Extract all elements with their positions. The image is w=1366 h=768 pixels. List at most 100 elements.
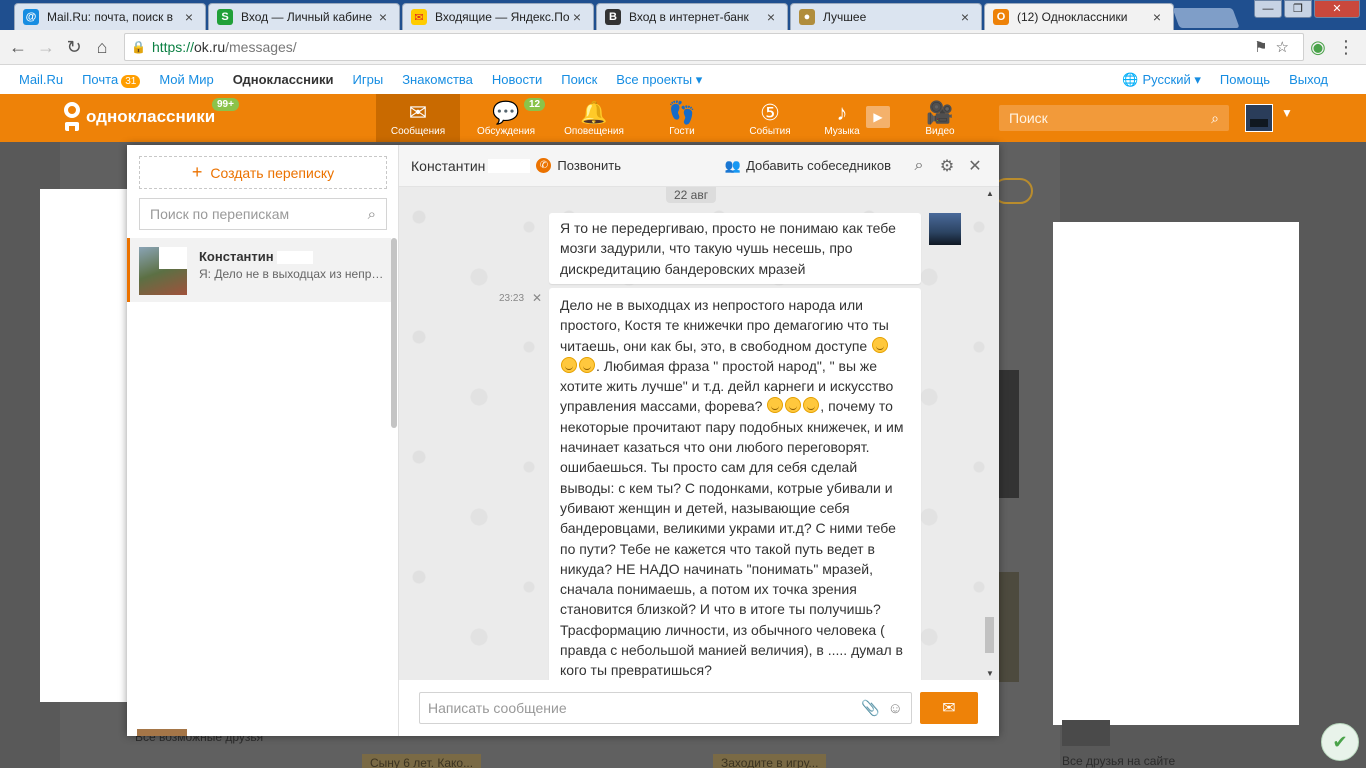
yandex-mail-icon: ✉ — [411, 9, 427, 25]
close-icon[interactable]: × — [375, 9, 391, 25]
portal-link-games[interactable]: Игры — [353, 72, 384, 87]
smiley-icon[interactable]: ☺ — [888, 700, 903, 717]
extension-g-icon[interactable]: ◉ — [1304, 37, 1332, 58]
outgoing-message: Дело не в выходцах из непростого народа … — [549, 288, 921, 680]
friend-thumb-dimmed — [1062, 720, 1110, 746]
nav-notifications[interactable]: 🔔 Оповещения — [552, 94, 636, 142]
back-arrow-icon[interactable]: ← — [4, 33, 32, 61]
scrollbar-thumb[interactable] — [985, 617, 994, 653]
last-message-preview: Я: Дело не в выходцах из непростого наро… — [199, 267, 384, 281]
send-button[interactable]: ✉ — [920, 692, 978, 724]
gear-icon[interactable]: ⚙ — [933, 156, 961, 176]
close-icon[interactable]: ✕ — [961, 156, 989, 176]
add-participants-button[interactable]: 👥 Добавить собеседников — [725, 158, 891, 174]
globe-icon: 🌐 — [1122, 71, 1139, 87]
browser-tab-best[interactable]: ● Лучшее × — [790, 3, 982, 30]
portal-link-mail[interactable]: Почта 31 — [82, 72, 141, 88]
maximize-button[interactable]: ❐ — [1284, 0, 1312, 18]
nav-guests[interactable]: 👣 Гости — [640, 94, 724, 142]
browser-tab-odnoklassniki[interactable]: О (12) Одноклассники × — [984, 3, 1174, 30]
portal-link-search[interactable]: Поиск — [561, 72, 597, 87]
music-note-icon: ♪ — [836, 100, 848, 125]
send-envelope-icon: ✉ — [942, 700, 956, 717]
message-thread[interactable]: 22 авг Я то не передергиваю, просто не п… — [399, 187, 999, 680]
chat-search-input[interactable]: Поиск по переписка​м ⌕ — [139, 198, 387, 230]
browser-tab-bank[interactable]: В Вход в интернет-банк × — [596, 3, 788, 30]
message-composer: Написать сообщение 📎 ☺ ✉ — [399, 680, 999, 736]
faded-post-button: Сыну 6 лет. Како... — [362, 754, 482, 768]
portal-link-all-projects[interactable]: Все проекты ▾ — [616, 72, 702, 88]
sender-avatar — [929, 213, 961, 245]
home-icon[interactable]: ⌂ — [88, 33, 116, 61]
search-icon[interactable]: ⌕ — [1211, 110, 1219, 127]
scroll-up-arrow-icon[interactable]: ▲ — [986, 189, 994, 198]
close-icon[interactable]: × — [569, 9, 585, 25]
chat-bubbles-icon: 💬 — [492, 100, 520, 125]
window-close-button[interactable]: ✕ — [1314, 0, 1360, 18]
bookmark-star-icon[interactable]: ⚑☆ — [1254, 38, 1297, 56]
bell-icon: 🔔 — [580, 100, 608, 125]
minimize-button[interactable]: — — [1254, 0, 1282, 18]
new-tab-button[interactable] — [1172, 8, 1240, 28]
browser-tab-mailru[interactable]: @ Mail.Ru: почта, поиск в × — [14, 3, 206, 30]
browser-tab-yandex-mail[interactable]: ✉ Входящие — Яндекс.По × — [402, 3, 594, 30]
smiley-emoji-icon — [785, 397, 802, 414]
mail-count-badge: 31 — [121, 75, 141, 88]
chevron-down-icon[interactable]: ▼ — [1281, 106, 1293, 120]
portal-link-dating[interactable]: Знакомства — [402, 72, 473, 87]
language-select[interactable]: Русский ▾ — [1143, 72, 1201, 88]
menu-kebab-icon[interactable]: ⋮ — [1332, 33, 1360, 61]
play-icon[interactable]: ▶ — [866, 106, 890, 128]
portal-link-mymir[interactable]: Мой Мир — [159, 72, 213, 87]
logout-link[interactable]: Выход — [1289, 72, 1328, 87]
close-icon[interactable]: × — [763, 9, 779, 25]
portal-link-ok[interactable]: Одноклассники — [233, 72, 334, 87]
shield-check-icon[interactable]: ✔ — [1321, 723, 1359, 761]
address-toolbar: ← → ↻ ⌂ 🔒 https:// ok.ru /messages/ ⚑☆ ◉… — [0, 30, 1366, 65]
portal-right: 🌐 Русский ▾ Помощь Выход — [1103, 72, 1366, 88]
ok-logo[interactable]: одноклассники — [62, 102, 215, 132]
add-people-icon: 👥 — [724, 157, 742, 173]
scroll-down-arrow-icon[interactable]: ▼ — [986, 669, 994, 678]
reload-icon[interactable]: ↻ — [60, 33, 88, 61]
call-button[interactable]: ✆ Позвонить — [536, 158, 621, 173]
conversation-panel: Константин ✆ Позвонить 👥 Добавить собесе… — [399, 145, 999, 736]
faded-game-button: Заходите в игру... — [713, 754, 827, 768]
search-icon[interactable]: ⌕ — [368, 206, 376, 223]
help-link[interactable]: Помощь — [1220, 72, 1270, 87]
browser-tab-sberbank[interactable]: S Вход — Личный кабине × — [208, 3, 400, 30]
dimmed-button-outline — [993, 178, 1033, 204]
discussions-badge: 12 — [524, 98, 546, 111]
chat-list-scrollbar[interactable] — [391, 238, 397, 428]
nav-messages[interactable]: ✉ Сообщения — [376, 94, 460, 142]
close-icon[interactable]: × — [181, 9, 197, 25]
portal-link-news[interactable]: Новости — [492, 72, 542, 87]
forward-arrow-icon[interactable]: → — [32, 33, 60, 61]
close-icon[interactable]: × — [1149, 9, 1165, 25]
conversation-title: Константин — [411, 157, 486, 174]
message-time: 23:23 — [499, 293, 525, 304]
portal-link-mailru[interactable]: Mail.Ru — [19, 72, 63, 87]
message-text-part3: , почему то некоторые прочитают пару под… — [560, 398, 904, 679]
ok-header: одноклассники 99+ ✉ Сообщения 💬 Обсужден… — [0, 94, 1366, 142]
smiley-emoji-icon — [872, 336, 889, 353]
url-field[interactable]: 🔒 https:// ok.ru /messages/ ⚑☆ — [124, 33, 1304, 61]
user-avatar[interactable] — [1245, 104, 1273, 132]
thread-scrollbar[interactable]: ▲ ▼ — [983, 187, 997, 680]
message-input[interactable]: Написать сообщение 📎 ☺ — [419, 692, 912, 724]
footprints-icon: 👣 — [668, 100, 696, 125]
close-icon[interactable]: × — [957, 9, 973, 25]
delete-message-icon[interactable]: ✕ — [532, 291, 542, 305]
paperclip-icon[interactable]: 📎 — [861, 699, 880, 717]
nav-video[interactable]: 🎥 Видео — [898, 94, 982, 142]
ok-search-input[interactable]: Поиск ⌕ — [999, 105, 1229, 131]
plus-icon: + — [191, 162, 203, 182]
odnoklassniki-icon: О — [993, 9, 1009, 25]
search-icon[interactable]: ⌕ — [905, 157, 933, 175]
chat-list-panel: + Создать переписку Поиск по переписка​м… — [127, 145, 399, 736]
create-conversation-button[interactable]: + Создать переписку — [139, 156, 387, 189]
window-controls: — ❐ ✕ — [1252, 0, 1360, 18]
mailru-at-icon: @ — [23, 9, 39, 25]
chat-list-item[interactable]: Константин Я: Дело не в выходцах из непр… — [127, 238, 391, 302]
message-text: Я то не передергиваю, просто не понимаю … — [560, 220, 896, 277]
